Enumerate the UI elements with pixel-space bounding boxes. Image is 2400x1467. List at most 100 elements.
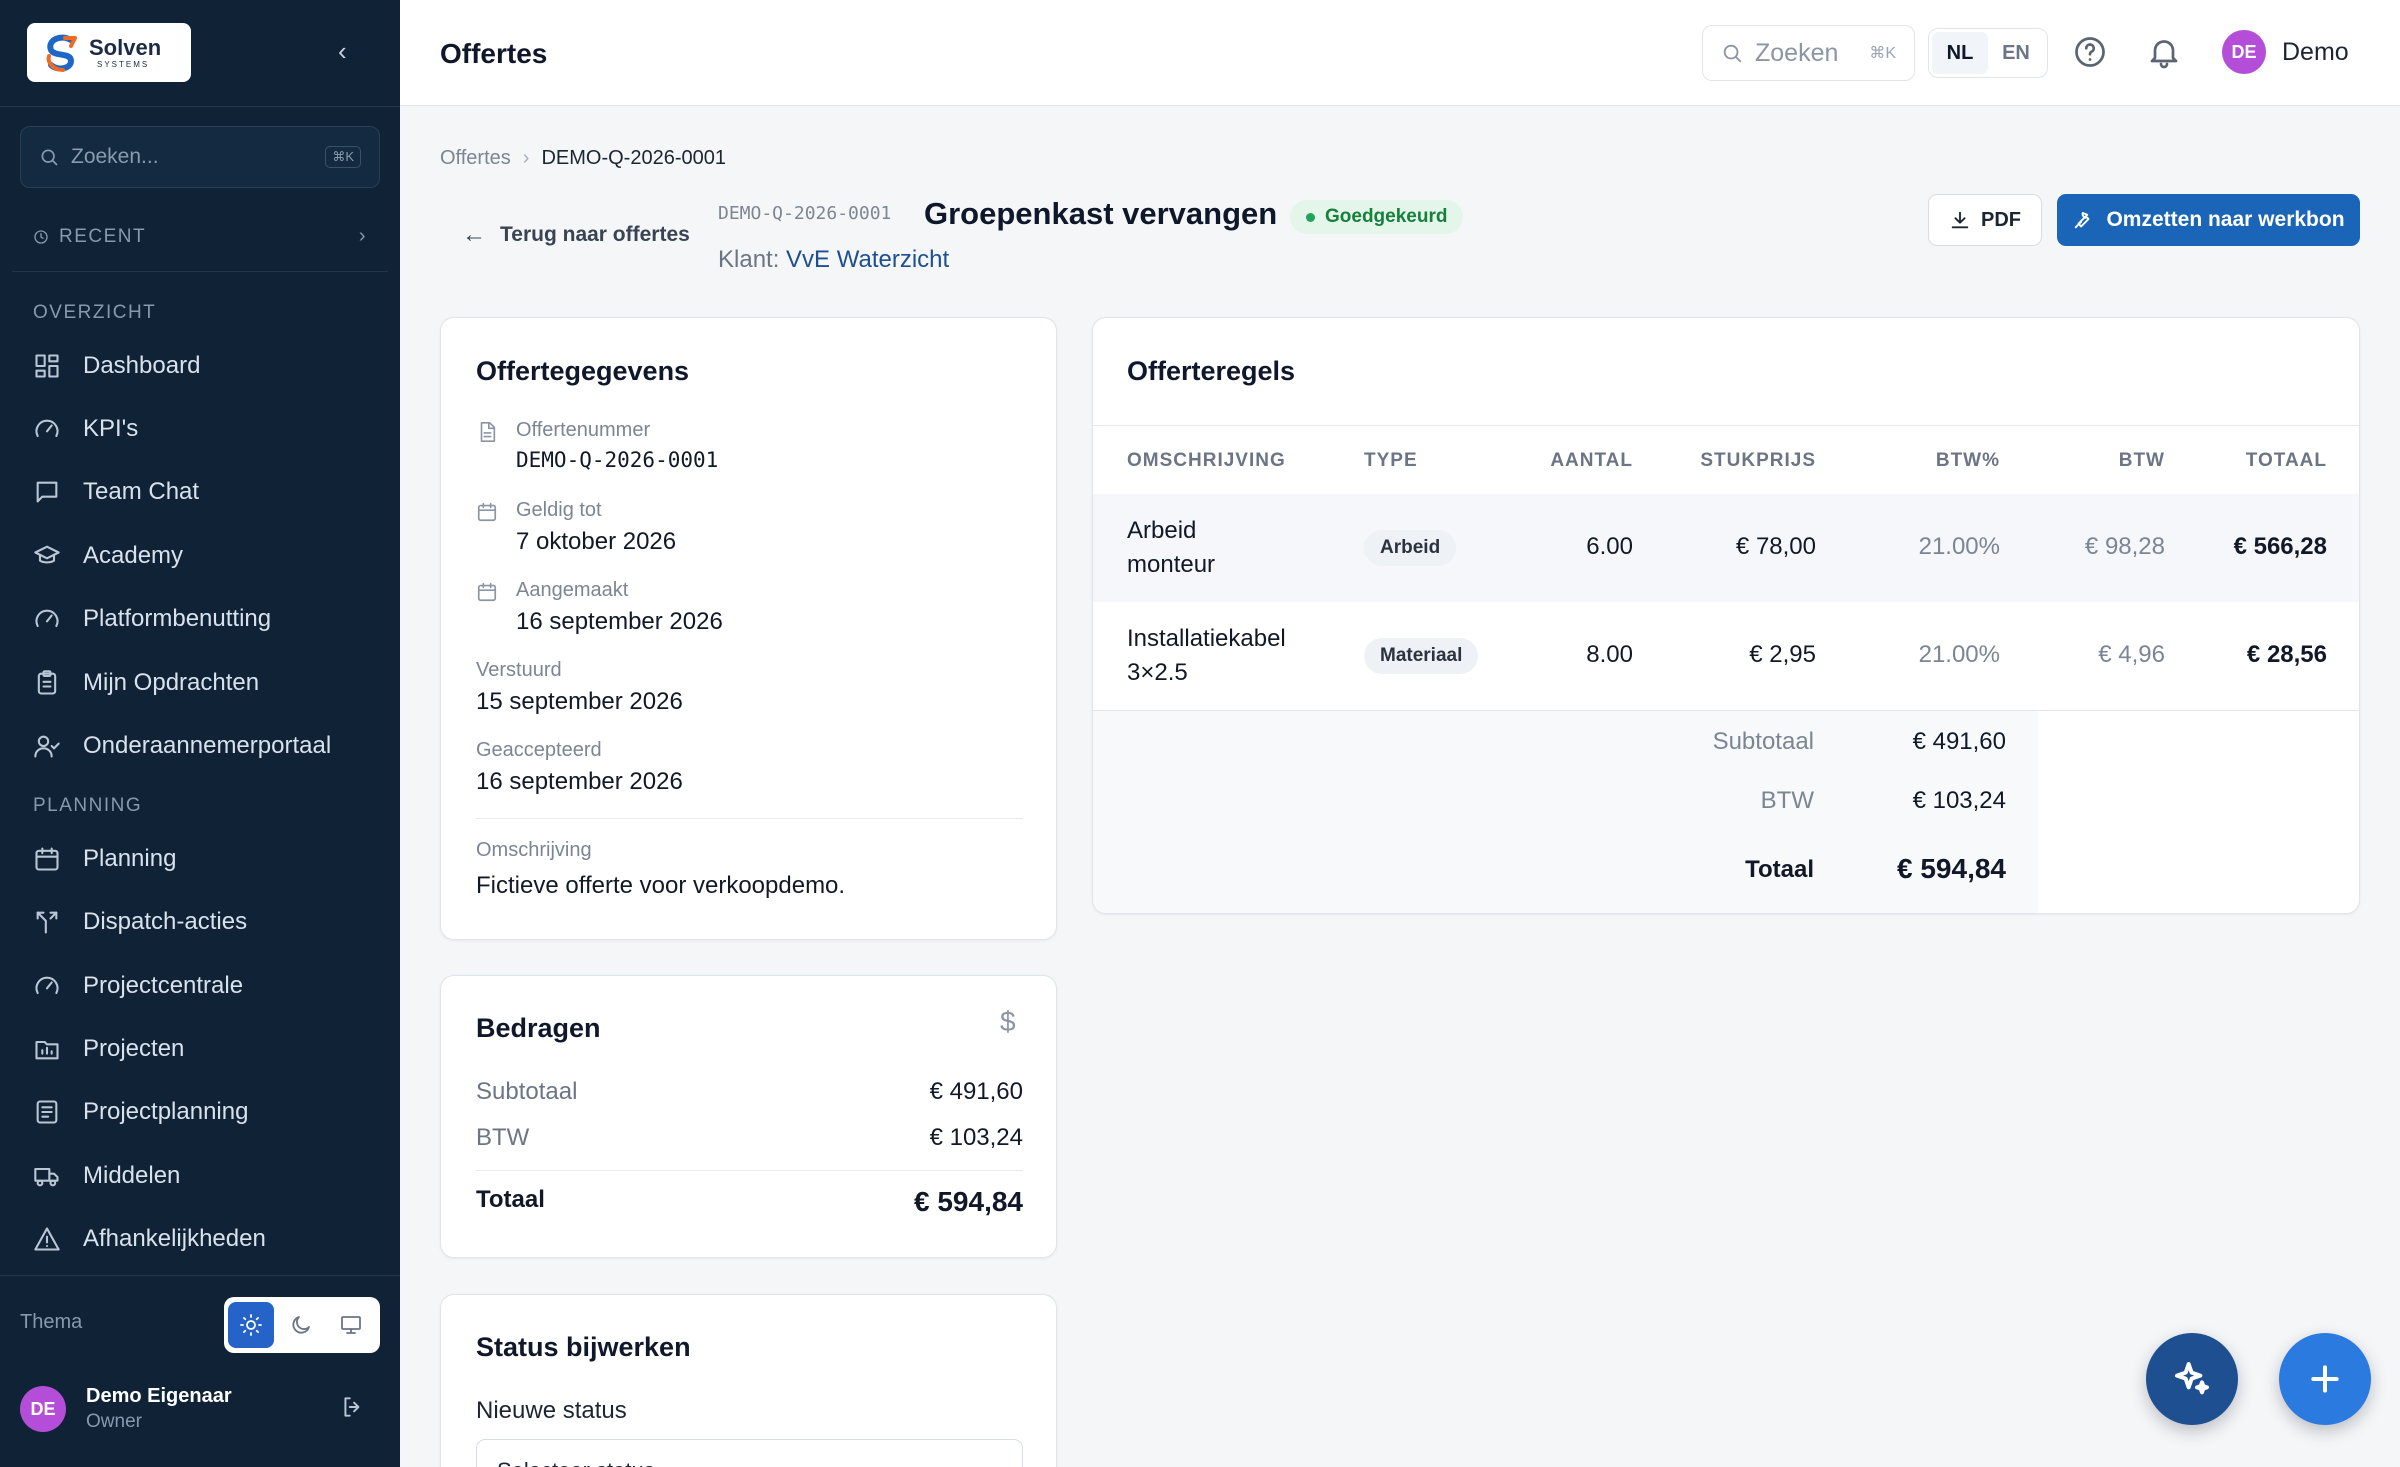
amount-row-btw: BTW € 103,24	[476, 1124, 1023, 1152]
convert-to-workorder-button[interactable]: Omzetten naar werkbon	[2057, 194, 2360, 246]
sidebar-item-kpis[interactable]: KPI's	[33, 407, 138, 451]
type-badge: Arbeid	[1364, 530, 1457, 566]
totals-vat-label: BTW	[1760, 787, 1814, 814]
card-title: Bedragen	[476, 1013, 601, 1043]
pdf-button[interactable]: PDF	[1928, 194, 2042, 246]
column-header: TOTAAL	[2245, 450, 2327, 471]
section-label-overzicht: OVERZICHT	[33, 302, 157, 323]
sidebar-item-onderaannemerportaal[interactable]: Onderaannemerportaal	[33, 724, 331, 768]
collapse-sidebar-icon[interactable]: ‹	[338, 38, 347, 64]
user-name: Demo	[2282, 37, 2349, 66]
sidebar: Solven SYSTEMS ‹ Zoeken... ⌘K RECENT › O…	[0, 0, 400, 1467]
theme-system-button[interactable]	[328, 1302, 374, 1348]
back-to-quotes-link[interactable]: ← Terug naar offertes	[462, 221, 690, 249]
pdf-label: PDF	[1981, 208, 2021, 231]
sidebar-item-afhankelijkheden[interactable]: Afhankelijkheden	[33, 1217, 266, 1261]
sidebar-search-placeholder: Zoeken...	[71, 145, 159, 168]
status-label: Goedgekeurd	[1325, 206, 1448, 227]
help-icon[interactable]	[2072, 34, 2108, 70]
sidebar-item-label: Afhankelijkheden	[83, 1225, 266, 1252]
customer-link[interactable]: VvE Waterzicht	[786, 246, 949, 273]
calendar-icon	[35, 847, 59, 871]
sidebar-item-label: Team Chat	[83, 478, 200, 505]
sidebar-item-platformbenutting[interactable]: Platformbenutting	[33, 597, 271, 641]
split-arrow-icon	[36, 911, 58, 934]
amount-value: € 594,84	[914, 1186, 1023, 1217]
sidebar-item-label: Projectplanning	[83, 1098, 249, 1125]
theme-switcher	[224, 1297, 380, 1353]
ai-assistant-button[interactable]	[2146, 1333, 2238, 1425]
totals-total-label: Totaal	[1745, 856, 1814, 883]
logout-icon[interactable]	[340, 1394, 366, 1425]
recent-toggle[interactable]: RECENT ›	[33, 225, 367, 248]
quote-code: DEMO-Q-2026-0001	[718, 203, 892, 224]
lang-en-button[interactable]: EN	[1988, 32, 2044, 74]
sidebar-item-team-chat[interactable]: Team Chat	[33, 470, 199, 514]
sidebar-search-input[interactable]: Zoeken... ⌘K	[20, 126, 380, 188]
sidebar-item-mijn-opdrachten[interactable]: Mijn Opdrachten	[33, 661, 259, 705]
page-title: Offertes	[440, 38, 548, 69]
sidebar-item-dashboard[interactable]: Dashboard	[33, 344, 200, 388]
divider	[476, 1170, 1023, 1171]
sidebar-item-projectplanning[interactable]: Projectplanning	[33, 1090, 248, 1134]
field-value: 7 oktober 2026	[516, 528, 677, 555]
global-search-input[interactable]: Zoeken ⌘K	[1702, 25, 1915, 81]
divider	[0, 106, 400, 107]
field-geaccepteerd: Geaccepteerd 16 september 2026	[476, 739, 683, 796]
table-row[interactable]: Arbeid monteur Arbeid 6.00 € 78,00 21.00%…	[1093, 494, 2359, 602]
cell-unit-price: € 78,00	[1735, 533, 1816, 560]
card-title: Offertegegevens	[476, 356, 690, 386]
avatar[interactable]: DE	[20, 1386, 66, 1432]
amount-row-subtotaal: Subtotaal € 491,60	[476, 1078, 1023, 1106]
column-header: BTW%	[1935, 450, 2000, 471]
amounts-card: Bedragen $ Subtotaal € 491,60 BTW € 103,…	[440, 975, 1057, 1258]
cell-vat-percent: 21.00%	[1918, 641, 2000, 668]
add-button[interactable]	[2279, 1333, 2371, 1425]
sidebar-item-projectcentrale[interactable]: Projectcentrale	[33, 964, 243, 1008]
sidebar-item-planning[interactable]: Planning	[33, 837, 176, 881]
user-name: Demo Eigenaar	[86, 1385, 232, 1407]
user-menu[interactable]: DE Demo	[2222, 30, 2349, 74]
shortcut-hint: ⌘K	[1869, 45, 1896, 62]
cell-total: € 28,56	[2246, 641, 2327, 668]
plus-icon	[2311, 1365, 2339, 1393]
field-value: Fictieve offerte voor verkoopdemo.	[476, 872, 846, 899]
theme-light-button[interactable]	[228, 1302, 274, 1348]
breadcrumb-parent-link[interactable]: Offertes	[440, 147, 511, 170]
sidebar-item-dispatch-acties[interactable]: Dispatch-acties	[33, 900, 247, 944]
amount-label: Subtotaal	[476, 1078, 578, 1105]
field-offertenummer: Offertenummer DEMO-Q-2026-0001	[476, 419, 718, 472]
sidebar-item-label: Dispatch-acties	[83, 908, 248, 935]
clipboard-icon	[37, 670, 57, 695]
status-select[interactable]: Selecteer status	[476, 1439, 1023, 1467]
field-value: DEMO-Q-2026-0001	[516, 448, 719, 472]
sidebar-item-academy[interactable]: Academy	[33, 534, 183, 578]
amount-row-totaal: Totaal € 594,84	[476, 1186, 1023, 1218]
calendar-icon	[477, 582, 497, 602]
sidebar-item-label: Middelen	[83, 1162, 181, 1189]
status-badge: Goedgekeurd	[1290, 200, 1464, 234]
customer-label: Klant:	[718, 246, 780, 273]
recent-label: RECENT	[59, 225, 147, 247]
sidebar-item-label: Onderaannemerportaal	[83, 732, 332, 759]
back-label: Terug naar offertes	[500, 223, 690, 246]
sidebar-item-middelen[interactable]: Middelen	[33, 1154, 180, 1198]
gauge-icon	[35, 419, 59, 438]
totals-total-value: € 594,84	[1897, 853, 2006, 884]
document-icon	[480, 422, 496, 442]
bell-icon[interactable]	[2146, 34, 2182, 70]
table-header: OMSCHRIJVING TYPE AANTAL STUKPRIJS BTW% …	[1093, 426, 2359, 493]
user-check-icon	[34, 735, 60, 758]
sidebar-item-label: Platformbenutting	[83, 605, 272, 632]
field-label: Aangemaakt	[516, 579, 629, 601]
amount-label: BTW	[476, 1124, 530, 1151]
theme-dark-button[interactable]	[278, 1302, 324, 1348]
column-header: TYPE	[1364, 450, 1418, 471]
sidebar-item-projecten[interactable]: Projecten	[33, 1027, 184, 1071]
field-value: 16 september 2026	[476, 768, 683, 795]
lang-nl-button[interactable]: NL	[1932, 32, 1988, 74]
column-header: AANTAL	[1550, 450, 1633, 471]
card-title: Offerteregels	[1127, 356, 1296, 386]
company-logo[interactable]: Solven SYSTEMS	[27, 23, 191, 82]
table-row[interactable]: Installatiekabel 3×2.5 Materiaal 8.00 € 2…	[1093, 602, 2359, 710]
